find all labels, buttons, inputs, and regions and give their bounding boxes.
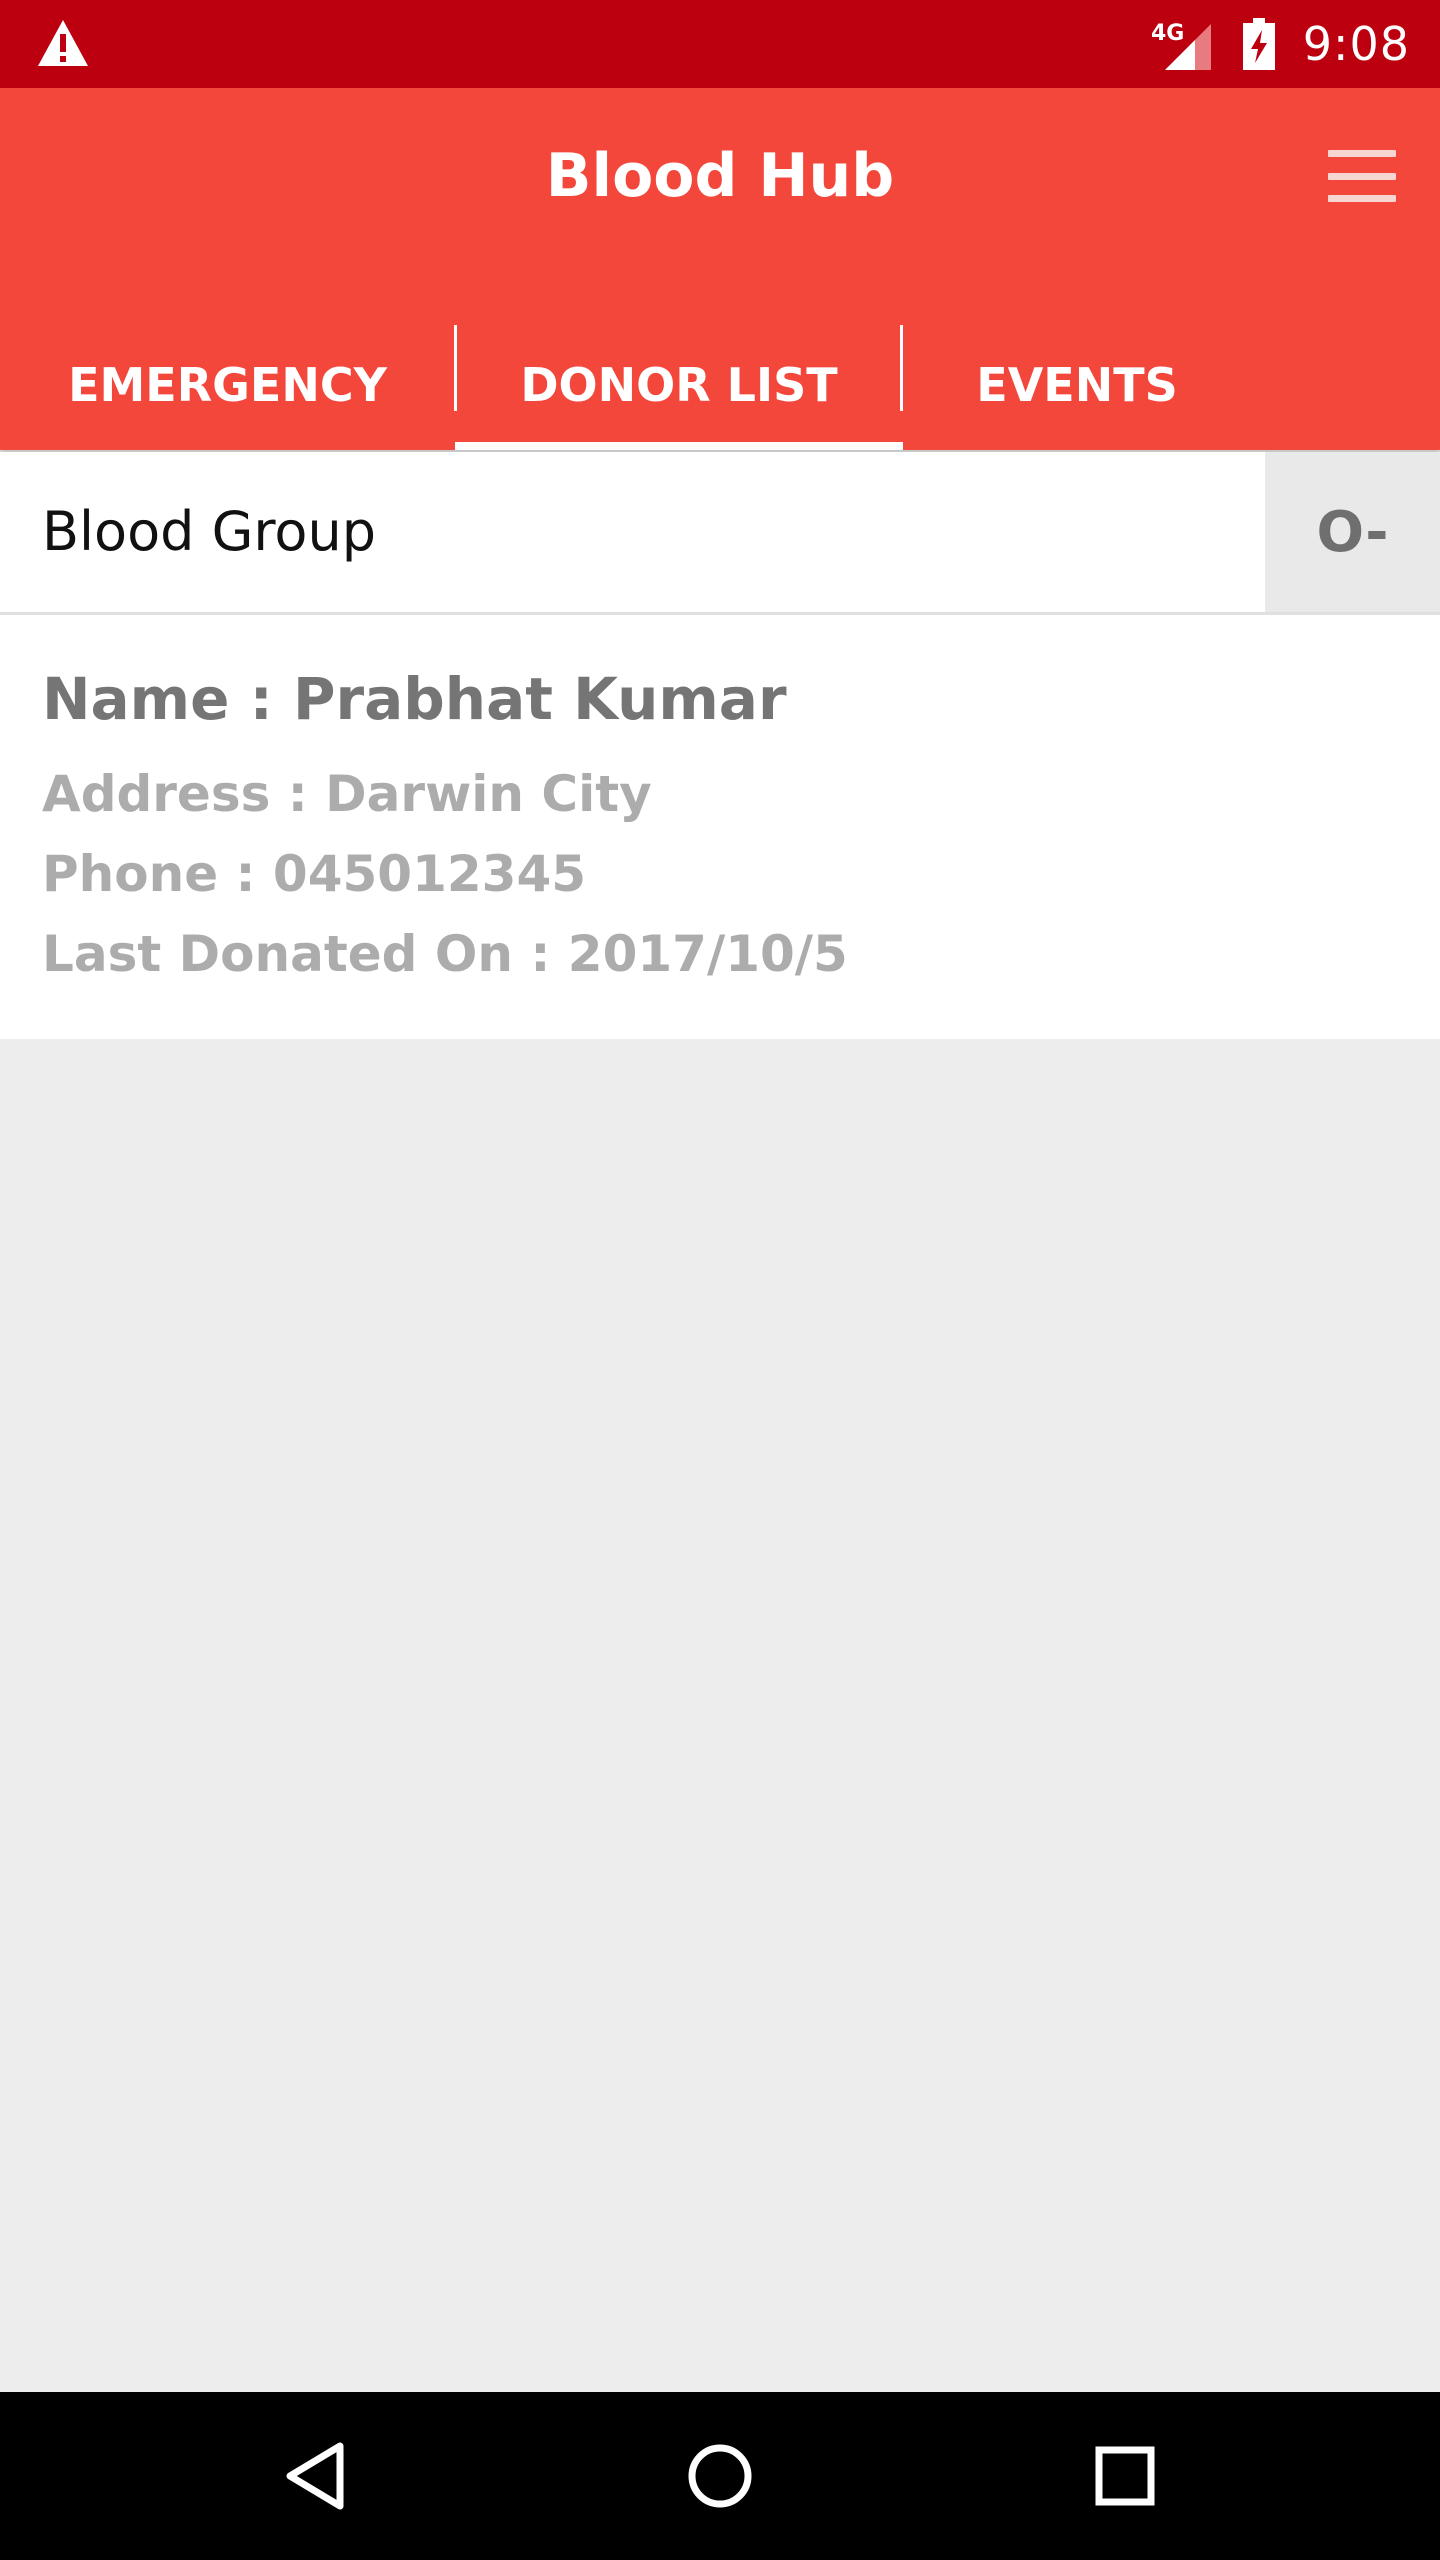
tab-emergency[interactable]: EMERGENCY	[0, 320, 455, 450]
donor-address: Address : Darwin City	[42, 765, 652, 823]
donor-list-item[interactable]: Name : Prabhat Kumar Address : Darwin Ci…	[0, 615, 1440, 1039]
network-type-label: 4G	[1151, 21, 1184, 46]
menu-line	[1328, 195, 1396, 202]
signal-icon: 4G	[1151, 21, 1211, 70]
blood-group-filter: Blood Group O-	[0, 452, 1440, 615]
recents-icon[interactable]	[1075, 2426, 1175, 2526]
tab-events[interactable]: EVENTS	[903, 320, 1251, 450]
blood-group-value: O-	[1316, 499, 1389, 565]
battery-charging-icon	[1242, 18, 1275, 70]
status-time: 9:08	[1302, 17, 1410, 71]
tab-divider	[900, 325, 903, 411]
home-icon[interactable]	[670, 2426, 770, 2526]
blood-group-select[interactable]: O-	[1265, 452, 1440, 612]
hamburger-menu-icon[interactable]	[1328, 150, 1396, 202]
blood-group-label: Blood Group	[42, 500, 376, 563]
tab-donor-list[interactable]: DONOR LIST	[455, 320, 903, 450]
donor-phone: Phone : 045012345	[42, 845, 587, 903]
donor-last-donated: Last Donated On : 2017/10/5	[42, 925, 848, 983]
menu-line	[1328, 150, 1396, 157]
status-icons: 4G 9:08	[1151, 0, 1410, 88]
tab-bar: EMERGENCY DONOR LIST EVENTS	[0, 320, 1440, 450]
selected-tab-indicator	[455, 442, 903, 450]
tab-divider	[454, 325, 457, 411]
menu-line	[1328, 172, 1396, 180]
warning-icon	[38, 20, 88, 66]
app-title: Blood Hub	[545, 141, 895, 211]
status-bar: 4G 9:08	[0, 0, 1440, 88]
donor-name: Name : Prabhat Kumar	[42, 665, 787, 733]
navigation-bar	[0, 2392, 1440, 2560]
back-icon[interactable]	[268, 2426, 368, 2526]
